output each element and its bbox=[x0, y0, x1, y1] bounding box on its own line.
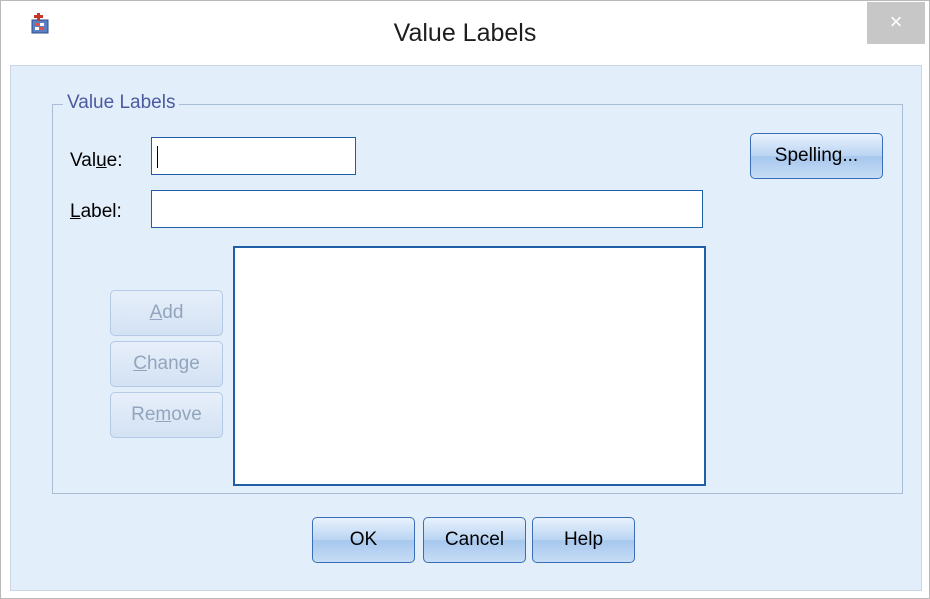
change-button[interactable]: Change bbox=[110, 341, 223, 387]
value-labels-list[interactable] bbox=[233, 246, 706, 486]
ok-button[interactable]: OK bbox=[312, 517, 415, 563]
close-button[interactable]: × bbox=[867, 2, 925, 44]
help-button[interactable]: Help bbox=[532, 517, 635, 563]
remove-button[interactable]: Remove bbox=[110, 392, 223, 438]
value-labels-dialog: Value Labels × Value Labels Value: Label… bbox=[0, 0, 930, 599]
close-icon: × bbox=[889, 9, 903, 34]
title-bar[interactable]: Value Labels × bbox=[1, 1, 929, 65]
cancel-button[interactable]: Cancel bbox=[423, 517, 526, 563]
text-caret bbox=[157, 146, 158, 168]
group-legend: Value Labels bbox=[63, 92, 180, 114]
label-field-label: Label: bbox=[70, 201, 122, 222]
window-title: Value Labels bbox=[393, 19, 537, 47]
value-input[interactable] bbox=[151, 137, 356, 175]
add-button[interactable]: Add bbox=[110, 290, 223, 336]
spelling-button[interactable]: Spelling... bbox=[750, 133, 883, 179]
label-input[interactable] bbox=[151, 190, 703, 228]
value-field-label: Value: bbox=[70, 150, 123, 171]
dialog-body: Value Labels Value: Label: Add Change Re… bbox=[10, 65, 922, 591]
